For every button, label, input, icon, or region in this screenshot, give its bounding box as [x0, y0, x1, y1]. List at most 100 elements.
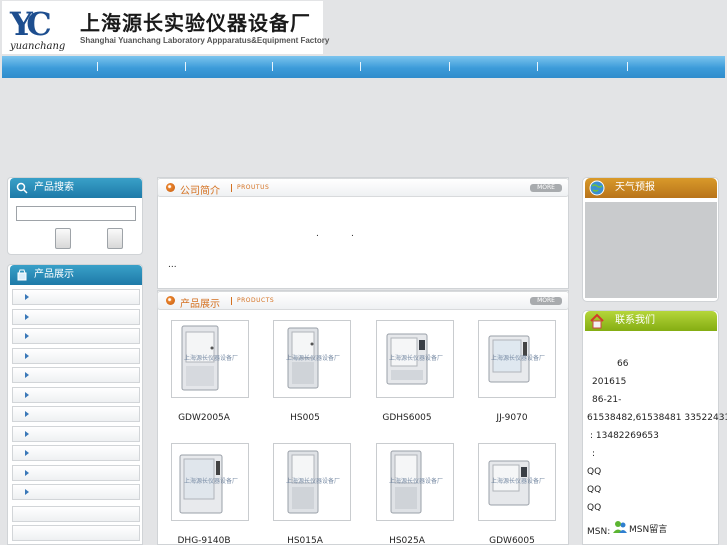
contact-line: MSN: — [587, 527, 611, 537]
main-nav — [2, 56, 725, 78]
arrow-right-icon — [25, 353, 29, 359]
arrow-right-icon — [25, 470, 29, 476]
arrow-right-icon — [25, 314, 29, 320]
logo-mark-icon: YC yuanchang — [9, 5, 65, 51]
product-box-icon — [17, 269, 27, 281]
category-item[interactable] — [12, 465, 140, 481]
contact-panel — [582, 310, 719, 545]
category-item[interactable] — [12, 348, 140, 364]
watermark: 上海源长仪器设备厂 — [286, 478, 341, 485]
contact-line: : — [592, 449, 596, 459]
title-divider — [231, 297, 232, 305]
logo-letters: YC — [9, 5, 50, 43]
contact-line: QQ — [587, 485, 602, 495]
products-header: 产品展示 PRODUCTS MORE — [157, 291, 569, 310]
product-name[interactable]: HS025A — [362, 536, 452, 545]
product-thumbnail[interactable]: 上海源长仪器设备厂 — [171, 443, 249, 521]
products-more-button[interactable]: MORE — [530, 297, 562, 305]
category-item[interactable] — [12, 367, 140, 383]
intro-mark: . — [316, 229, 319, 239]
product-name[interactable]: GDHS6005 — [362, 413, 452, 423]
arrow-right-icon — [25, 294, 29, 300]
site-header: YC yuanchang 上海源长实验仪器设备厂 Shanghai Yuanch… — [0, 0, 727, 56]
nav-divider — [185, 62, 186, 71]
logo-script: yuanchang — [9, 41, 65, 51]
search-icon — [16, 182, 28, 194]
contact-header: 联系我们 — [585, 311, 717, 331]
product-thumbnail[interactable]: 上海源长仪器设备厂 — [478, 320, 556, 398]
company-name-en: Shanghai Yuanchang Laboratory Appparatus… — [80, 36, 330, 45]
product-category-header: 产品展示 — [10, 265, 142, 285]
title-divider — [231, 184, 232, 192]
products-en: PRODUCTS — [237, 297, 275, 304]
watermark: 上海源长仪器设备厂 — [389, 355, 444, 362]
product-name[interactable]: GDW2005A — [159, 413, 249, 423]
category-item[interactable] — [12, 289, 140, 305]
product-category-panel — [7, 264, 143, 545]
nav-divider — [97, 62, 98, 71]
arrow-right-icon — [25, 411, 29, 417]
nav-divider — [627, 62, 628, 71]
watermark: 上海源长仪器设备厂 — [491, 478, 546, 485]
nav-divider — [272, 62, 273, 71]
msn-message-link[interactable]: MSN留言 — [612, 519, 667, 537]
product-name[interactable]: JJ-9070 — [467, 413, 557, 423]
product-name[interactable]: DHG-9140B — [159, 536, 249, 545]
nav-divider — [537, 62, 538, 71]
company-name-cn: 上海源长实验仪器设备厂 — [80, 11, 311, 35]
weather-header: 天气预报 — [585, 178, 717, 198]
arrow-right-icon — [25, 431, 29, 437]
bullet-icon — [166, 296, 175, 305]
arrow-right-icon — [25, 333, 29, 339]
products-title: 产品展示 — [180, 299, 220, 310]
category-item[interactable] — [12, 445, 140, 461]
logo[interactable]: YC yuanchang 上海源长实验仪器设备厂 Shanghai Yuanch… — [2, 1, 329, 54]
watermark: 上海源长仪器设备厂 — [389, 478, 444, 485]
product-name[interactable]: HS015A — [260, 536, 350, 545]
msn-buddy-icon — [613, 521, 627, 533]
company-intro-header: 公司简介 PROUTUS MORE — [157, 178, 569, 197]
search-submit-button[interactable] — [55, 228, 71, 249]
intro-more-button[interactable]: MORE — [530, 184, 562, 192]
contact-line: 61538482,61538481 33522431 — [587, 413, 727, 423]
product-thumbnail[interactable]: 上海源长仪器设备厂 — [171, 320, 249, 398]
product-thumbnail[interactable]: 上海源长仪器设备厂 — [273, 443, 351, 521]
product-thumbnail[interactable]: 上海源长仪器设备厂 — [376, 320, 454, 398]
category-item[interactable] — [12, 426, 140, 442]
arrow-right-icon — [25, 392, 29, 398]
search-input[interactable] — [16, 206, 136, 221]
search-panel-header: 产品搜索 — [10, 178, 142, 198]
product-thumbnail[interactable]: 上海源长仪器设备厂 — [478, 443, 556, 521]
arrow-right-icon — [25, 450, 29, 456]
arrow-right-icon — [25, 372, 29, 378]
category-item[interactable] — [12, 387, 140, 403]
weather-title: 天气预报 — [615, 182, 655, 193]
watermark: 上海源长仪器设备厂 — [491, 355, 546, 362]
intro-mark: . — [351, 229, 354, 239]
product-thumbnail[interactable]: 上海源长仪器设备厂 — [376, 443, 454, 521]
category-item[interactable] — [12, 484, 140, 500]
product-name[interactable]: GDW6005 — [467, 536, 557, 545]
company-intro-en: PROUTUS — [237, 184, 270, 191]
category-item[interactable] — [12, 328, 140, 344]
category-item[interactable] — [12, 309, 140, 325]
product-thumbnail[interactable]: 上海源长仪器设备厂 — [273, 320, 351, 398]
category-item[interactable] — [12, 525, 140, 541]
contact-line: 66 — [617, 359, 629, 369]
category-item[interactable] — [12, 506, 140, 522]
contact-title: 联系我们 — [615, 315, 655, 326]
intro-ellipsis: ... — [168, 260, 177, 270]
company-intro-title: 公司简介 — [180, 186, 220, 197]
bullet-icon — [166, 183, 175, 192]
msn-label: MSN留言 — [629, 525, 668, 535]
watermark: 上海源长仪器设备厂 — [184, 478, 239, 485]
search-reset-button[interactable] — [107, 228, 123, 249]
category-item[interactable] — [12, 406, 140, 422]
arrow-right-icon — [25, 489, 29, 495]
watermark: 上海源长仪器设备厂 — [286, 355, 341, 362]
product-name[interactable]: HS005 — [260, 413, 350, 423]
weather-widget — [585, 202, 717, 298]
nav-divider — [360, 62, 361, 71]
contact-line: 201615 — [592, 377, 627, 387]
search-panel-title: 产品搜索 — [34, 182, 74, 193]
